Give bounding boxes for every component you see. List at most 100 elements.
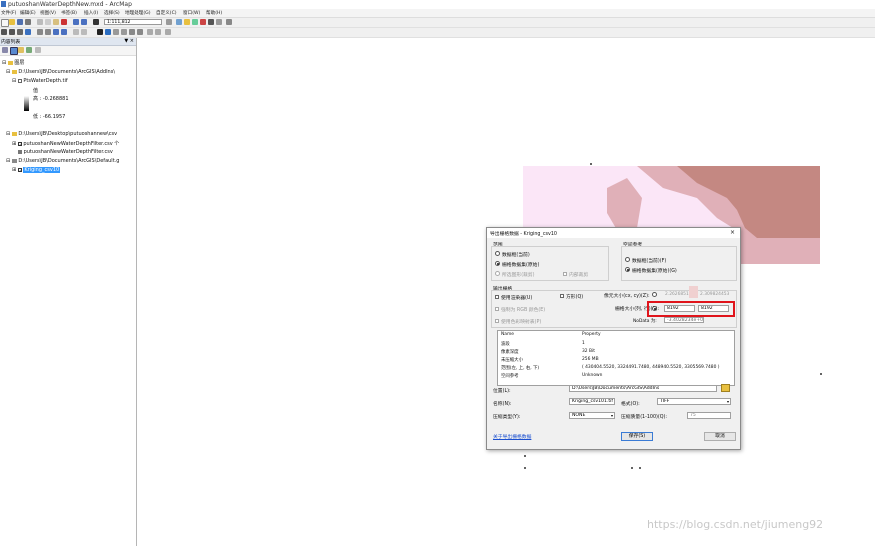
- forward-extent-icon[interactable]: [61, 29, 67, 35]
- layer-checkbox[interactable]: [17, 79, 22, 83]
- list-by-drawing-order-icon[interactable]: [2, 47, 8, 53]
- search-window-icon[interactable]: [192, 19, 198, 25]
- use-colormap-checkbox[interactable]: [495, 319, 499, 323]
- compression-select[interactable]: NONE ▾: [569, 412, 615, 419]
- add-data-icon[interactable]: [93, 19, 99, 25]
- prop-band-name: 波段: [501, 342, 510, 347]
- layers-label: 图层: [14, 60, 25, 66]
- save-button[interactable]: 保存(S): [621, 432, 653, 441]
- time-slider-icon[interactable]: [155, 29, 161, 35]
- editor-toolbar-icon[interactable]: [166, 19, 172, 25]
- toc-pin-close-icon[interactable]: ▼ ×: [124, 38, 134, 44]
- zoom-out-icon[interactable]: [9, 29, 15, 35]
- cancel-button[interactable]: 取消: [704, 432, 736, 441]
- arctoolbox-icon[interactable]: [200, 19, 206, 25]
- layers-root[interactable]: ⊟ 图层: [2, 59, 24, 66]
- viewer-window-icon[interactable]: [165, 29, 171, 35]
- list-by-source-icon[interactable]: [10, 47, 18, 55]
- sr-raster-label: 栅格数据集(原始)(G): [632, 269, 677, 274]
- undo-icon[interactable]: [73, 19, 79, 25]
- map-scale-input[interactable]: 1:111,812: [104, 19, 162, 25]
- catalog-icon[interactable]: [184, 19, 190, 25]
- name-input[interactable]: Kriging_csv101.tif: [569, 398, 615, 405]
- html-popup-icon[interactable]: [121, 29, 127, 35]
- menu-view[interactable]: 视图(V): [40, 10, 56, 16]
- menu-insert[interactable]: 插入(I): [84, 10, 98, 16]
- cell-size-radio[interactable]: [652, 292, 657, 297]
- menu-customize[interactable]: 自定义(C): [156, 10, 177, 16]
- menu-selection[interactable]: 选择(S): [104, 10, 120, 16]
- list-by-selection-icon[interactable]: [26, 47, 32, 53]
- redo-icon[interactable]: [81, 19, 87, 25]
- copy-icon[interactable]: [45, 19, 51, 25]
- browse-folder-icon[interactable]: [721, 384, 730, 392]
- raster-size-radio[interactable]: [652, 306, 657, 311]
- prop-band-value: 1: [582, 341, 585, 346]
- location-input[interactable]: D:\Users\JB\Documents\ArcGIS\AddIns: [569, 385, 717, 392]
- pan-icon[interactable]: [17, 29, 23, 35]
- extent-graphic-radio[interactable]: [495, 271, 500, 276]
- toc-item-kriging[interactable]: ⊞ ✓ Kriging_csv10: [12, 167, 61, 173]
- raster-rows-input[interactable]: 8192: [698, 305, 729, 312]
- menu-help[interactable]: 帮助(H): [206, 10, 222, 16]
- toc-toolbar: [0, 46, 136, 56]
- toc-item-csv-table[interactable]: putuoshanNewWaterDepthFilter.csv: [18, 149, 113, 155]
- fixed-zoom-out-icon[interactable]: [45, 29, 51, 35]
- select-elements-icon[interactable]: [97, 29, 103, 35]
- menu-windows[interactable]: 窗口(W): [183, 10, 200, 16]
- menu-bookmarks[interactable]: 书签(B): [61, 10, 77, 16]
- print-icon[interactable]: [25, 19, 31, 25]
- cut-icon[interactable]: [37, 19, 43, 25]
- sr-raster-radio[interactable]: [625, 267, 630, 272]
- full-extent-icon[interactable]: [25, 29, 31, 35]
- properties-list[interactable]: Name Property 波段 1 像素深度 32 Bit 未压缩大小 256…: [497, 330, 735, 386]
- dialog-close-button[interactable]: ×: [730, 229, 735, 236]
- fixed-zoom-in-icon[interactable]: [37, 29, 43, 35]
- go-to-xy-icon[interactable]: [147, 29, 153, 35]
- delete-icon[interactable]: [61, 19, 67, 25]
- extent-dataframe-radio[interactable]: [495, 251, 500, 256]
- toc-window-icon[interactable]: [176, 19, 182, 25]
- menu-geoprocessing[interactable]: 地理处理(G): [125, 10, 151, 16]
- raster-columns-input[interactable]: 8192: [664, 305, 695, 312]
- new-icon[interactable]: [1, 19, 9, 27]
- force-rgb-checkbox[interactable]: [495, 307, 499, 311]
- quality-input[interactable]: 75: [687, 412, 731, 419]
- toc-item-ptswaterdepth[interactable]: ⊟ PtsWaterDepth.tif: [12, 78, 68, 84]
- paste-icon[interactable]: [53, 19, 59, 25]
- format-select[interactable]: TIFF ▾: [657, 398, 731, 405]
- zoom-in-icon[interactable]: [1, 29, 7, 35]
- toc-item-addins-folder[interactable]: ⊟ D:\Users\JB\Documents\ArcGIS\AddIns\: [6, 69, 115, 75]
- menu-edit[interactable]: 编辑(E): [20, 10, 36, 16]
- menu-file[interactable]: 文件(F): [1, 10, 16, 16]
- identify-icon[interactable]: [105, 29, 111, 35]
- cell-size-y[interactable]: 2.309824453: [700, 292, 729, 297]
- sr-dataframe-radio[interactable]: [625, 257, 630, 262]
- square-checkbox[interactable]: [560, 294, 564, 298]
- extent-raster-radio[interactable]: [495, 261, 500, 266]
- select-features-icon[interactable]: [73, 29, 79, 35]
- hyperlink-icon[interactable]: [113, 29, 119, 35]
- prop-sr-value: Unknown: [582, 373, 603, 378]
- back-extent-icon[interactable]: [53, 29, 59, 35]
- use-renderer-checkbox[interactable]: [495, 295, 499, 299]
- measure-icon[interactable]: [129, 29, 135, 35]
- open-icon[interactable]: [9, 19, 15, 25]
- toc-item-default-gdb[interactable]: ⊟ D:\Users\JB\Documents\ArcGIS\Default.g: [6, 158, 119, 164]
- layer-checkbox[interactable]: ✓: [17, 142, 22, 147]
- modelbuilder-icon[interactable]: [216, 19, 222, 25]
- window-title: putuoshanWaterDepthNew.mxd - ArcMap: [8, 1, 132, 8]
- layer-checkbox[interactable]: ✓: [17, 168, 22, 173]
- clear-selection-icon[interactable]: [81, 29, 87, 35]
- list-by-visibility-icon[interactable]: [18, 47, 24, 53]
- help-icon[interactable]: [226, 19, 232, 25]
- toc-item-csv-folder[interactable]: ⊟ D:\Users\JB\Desktop\putuoshannew\csv: [6, 131, 117, 137]
- toc-item-csv-events[interactable]: ⊞ ✓ putuoshanNewWaterDepthFilter.csv 个: [12, 140, 119, 147]
- save-icon[interactable]: [17, 19, 23, 25]
- toc-options-icon[interactable]: [35, 47, 41, 53]
- internal-clip-checkbox[interactable]: [563, 272, 567, 276]
- about-export-link[interactable]: 关于导出栅格数据: [493, 433, 531, 440]
- python-icon[interactable]: [208, 19, 214, 25]
- find-icon[interactable]: [137, 29, 143, 35]
- nodata-input[interactable]: -3.4028234e+0: [664, 317, 704, 323]
